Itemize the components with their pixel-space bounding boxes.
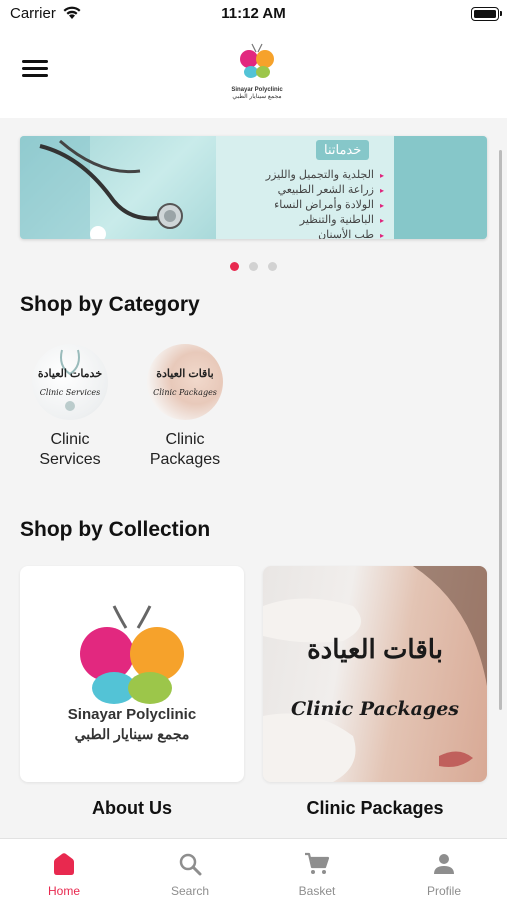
banner-services-panel: خدماتنا الجلدية والتجميل والليزر زراعة ا…	[216, 136, 394, 239]
banner-service-item: الباطنية والتنظير	[266, 213, 384, 228]
promo-banner[interactable]: خدماتنا الجلدية والتجميل والليزر زراعة ا…	[20, 136, 487, 239]
carousel-dot-active[interactable]	[230, 262, 239, 271]
collection-logo-arabic: مجمع سينايار الطبي	[74, 726, 190, 742]
category-image-english: Clinic Services	[39, 388, 101, 397]
person-icon	[432, 852, 456, 881]
home-icon	[51, 852, 77, 881]
logo-arabic: مجمع سينايار الطبي	[232, 94, 282, 100]
search-icon	[178, 852, 202, 881]
tab-home[interactable]: Home	[1, 839, 127, 900]
tab-bar: Home Search Basket Profile	[0, 838, 507, 900]
category-image: خدمات العيادة Clinic Services	[32, 344, 108, 420]
menu-button[interactable]	[22, 60, 48, 82]
tab-label: Profile	[426, 884, 461, 898]
collection-section-title: Shop by Collection	[20, 518, 211, 541]
banner-service-list: الجلدية والتجميل والليزر زراعة الشعر الط…	[266, 168, 384, 239]
tab-search[interactable]: Search	[127, 839, 253, 900]
collection-about-us-card[interactable]: Sinayar Polyclinic مجمع سينايار الطبي	[20, 566, 244, 782]
banner-service-item: طب الأسنان	[266, 228, 384, 239]
banner-image	[20, 136, 216, 239]
clock: 11:12 AM	[221, 5, 286, 22]
banner-service-item: الولادة وأمراض النساء	[266, 198, 384, 213]
scrollbar[interactable]	[499, 150, 502, 710]
stethoscope-icon	[60, 349, 80, 411]
category-section-title: Shop by Category	[20, 293, 200, 316]
category-label: Clinic Packages	[149, 431, 221, 468]
category-label: Clinic Services	[39, 431, 101, 468]
stethoscope-icon	[20, 136, 183, 239]
collection-image-arabic: باقات العيادة	[307, 634, 443, 664]
banner-title: خدماتنا	[316, 140, 370, 160]
tab-basket[interactable]: Basket	[254, 839, 380, 900]
banner-service-item: زراعة الشعر الطبيعي	[266, 183, 384, 198]
banner-accent	[394, 136, 487, 239]
status-bar: Carrier 11:12 AM	[0, 0, 507, 30]
carousel-dot[interactable]	[249, 262, 258, 271]
collection-label: About Us	[92, 798, 172, 818]
category-clinic-services[interactable]: خدمات العيادة Clinic Services Clinic Ser…	[20, 344, 120, 470]
butterfly-logo-icon	[80, 605, 184, 704]
face-treatment-image	[263, 566, 487, 782]
category-clinic-packages[interactable]: باقات العيادة Clinic Packages Clinic Pac…	[135, 344, 235, 470]
cart-icon	[304, 852, 330, 881]
carousel-dot[interactable]	[268, 262, 277, 271]
menu-icon	[22, 60, 48, 63]
tab-label: Search	[170, 884, 210, 898]
tab-label: Basket	[298, 884, 336, 898]
category-image: باقات العيادة Clinic Packages	[147, 344, 223, 420]
app-header: Sinayar Polyclinic مجمع سينايار الطبي	[0, 30, 507, 118]
collection-clinic-packages-card[interactable]: باقات العيادة Clinic Packages	[263, 566, 487, 782]
logo-name: Sinayar Polyclinic	[231, 87, 283, 93]
butterfly-logo-icon	[240, 43, 274, 78]
battery-icon	[471, 7, 502, 21]
category-image-english: Clinic Packages	[153, 388, 217, 397]
carousel-dots	[0, 258, 507, 276]
tab-profile[interactable]: Profile	[381, 839, 507, 900]
tab-label: Home	[47, 884, 80, 898]
category-image-arabic: خدمات العيادة	[37, 368, 103, 380]
collection-image-english: Clinic Packages	[291, 698, 459, 720]
collection-label: Clinic Packages	[306, 798, 444, 818]
category-image-arabic: باقات العيادة	[156, 368, 214, 380]
collection-logo-name: Sinayar Polyclinic	[67, 706, 197, 723]
banner-service-item: الجلدية والتجميل والليزر	[266, 168, 384, 183]
brand-logo: Sinayar Polyclinic مجمع سينايار الطبي	[225, 40, 289, 102]
